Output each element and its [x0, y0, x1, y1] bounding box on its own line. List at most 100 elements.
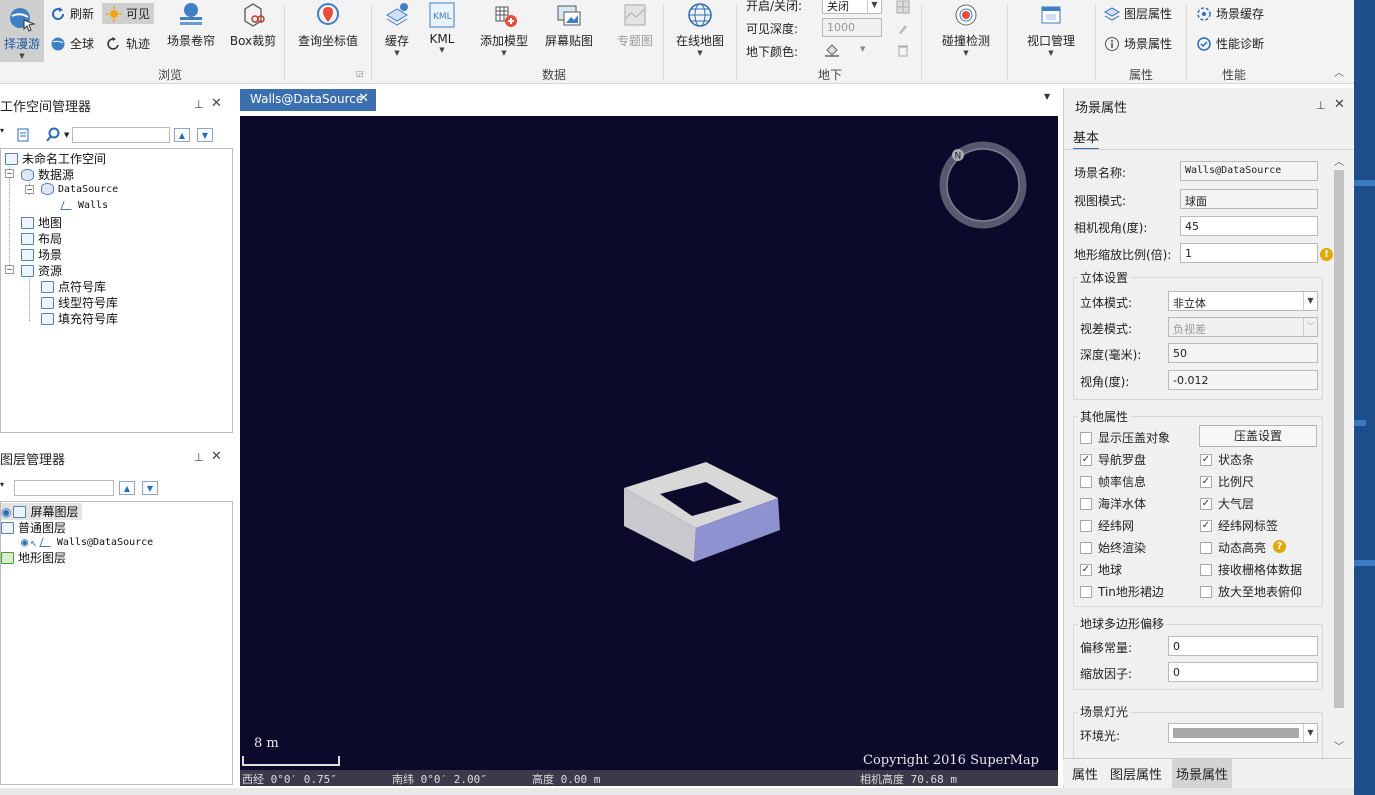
tab-list-dropdown-icon[interactable]: ▼ — [1044, 92, 1050, 101]
collapse-icon[interactable]: − — [5, 169, 14, 178]
dynamic-highlight-checkbox[interactable]: 动态高亮 — [1200, 539, 1266, 556]
scene-roller-button[interactable]: 场景卷帘 — [161, 1, 221, 49]
tree-node-dataset[interactable]: Walls — [61, 199, 108, 211]
collapse-ribbon-icon[interactable]: ︿ — [1334, 64, 1344, 79]
ocean-checkbox[interactable]: 海洋水体 — [1080, 495, 1146, 512]
atmosphere-checkbox[interactable]: ✓ 大气层 — [1200, 495, 1254, 512]
underground-toggle-select[interactable]: 关闭 ▼ — [822, 0, 882, 14]
kml-button[interactable]: KML KML ▼ — [425, 1, 459, 54]
depth-field[interactable]: 50 — [1168, 343, 1318, 363]
receive-grid-checkbox[interactable]: 接收栅格体数据 — [1200, 561, 1302, 578]
layer-search-input[interactable] — [14, 480, 114, 496]
perf-diag-button[interactable]: 性能诊断 — [1196, 35, 1264, 52]
help-icon[interactable]: ? — [1273, 540, 1286, 553]
always-render-checkbox[interactable]: 始终渲染 — [1080, 539, 1146, 556]
tree-node-point-lib[interactable]: 点符号库 — [41, 278, 106, 295]
walls-model[interactable] — [620, 458, 782, 564]
nav-compass-checkbox[interactable]: ✓ 导航罗盘 — [1080, 451, 1146, 468]
tab-layer-properties[interactable]: 图层属性 — [1106, 764, 1166, 783]
track-button[interactable]: 轨迹 — [106, 35, 150, 52]
tab-basic[interactable]: 基本 — [1073, 127, 1100, 150]
close-icon[interactable]: ✕ — [358, 91, 369, 106]
tree-node-normal-layer[interactable]: 普通图层 — [1, 519, 66, 536]
graticule-label-checkbox[interactable]: ✓ 经纬网标签 — [1200, 517, 1278, 534]
chevron-down-icon[interactable]: ▾ — [0, 126, 4, 135]
collapse-icon[interactable]: − — [5, 265, 14, 274]
tree-node-resources[interactable]: 资源 — [21, 262, 62, 279]
properties-scrollbar[interactable]: ︿ ﹀ — [1332, 156, 1346, 756]
tree-node-fill-lib[interactable]: 填充符号库 — [41, 310, 118, 327]
thematic-button[interactable]: 专题图 — [610, 1, 660, 49]
workspace-search-input[interactable] — [72, 127, 170, 143]
tree-node-line-lib[interactable]: 线型符号库 — [41, 294, 118, 311]
scale-bar-checkbox[interactable]: ✓ 比例尺 — [1200, 473, 1254, 490]
layer-props-button[interactable]: 图层属性 — [1103, 5, 1172, 22]
tree-node-datasource[interactable]: DataSource — [41, 183, 118, 195]
tree-node-layout[interactable]: 布局 — [21, 230, 62, 247]
box-clip-button[interactable]: Box裁剪 — [227, 1, 279, 49]
collapse-icon[interactable]: − — [25, 185, 34, 194]
close-icon[interactable]: ✕ — [211, 449, 222, 464]
fps-info-checkbox[interactable]: 帧率信息 — [1080, 473, 1146, 490]
parallax-select[interactable]: 负视差 ﹀ — [1168, 317, 1318, 337]
cache-button[interactable]: 缓存 ▼ — [377, 1, 417, 57]
scene-name-field[interactable]: Walls@DataSource — [1180, 161, 1318, 181]
color-picker-button[interactable]: ▼ — [824, 41, 865, 57]
select-pan-button[interactable]: 择漫游 ▼ — [0, 0, 44, 62]
move-up-button[interactable]: ▲ — [119, 481, 135, 495]
grid-icon[interactable] — [896, 0, 910, 14]
pin-icon[interactable]: ⊥ — [1316, 99, 1326, 112]
move-down-button[interactable]: ▼ — [197, 128, 213, 142]
ambient-color-select[interactable]: ▼ — [1168, 723, 1318, 743]
scene-props-button[interactable]: 场景属性 — [1104, 35, 1172, 52]
angle-field[interactable]: -0.012 — [1168, 370, 1318, 390]
offset-const-field[interactable]: 0 — [1168, 636, 1318, 656]
tree-node-workspace[interactable]: 未命名工作空间 — [5, 150, 106, 167]
close-icon[interactable]: ✕ — [211, 96, 222, 111]
document-tab[interactable]: Walls@DataSource ✕ — [240, 89, 376, 111]
online-map-button[interactable]: 在线地图 ▼ — [670, 1, 730, 57]
tree-node-terrain-layer[interactable]: 地形图层 — [1, 549, 66, 566]
dialog-launcher-icon[interactable]: ◲ — [356, 69, 364, 78]
add-model-button[interactable]: 添加模型 ▼ — [475, 1, 533, 57]
scale-factor-field[interactable]: 0 — [1168, 662, 1318, 682]
tab-scene-properties[interactable]: 场景属性 — [1172, 759, 1233, 789]
tin-skirt-checkbox[interactable]: Tin地形裙边 — [1080, 583, 1164, 600]
overlay-settings-button[interactable]: 压盖设置 — [1199, 425, 1317, 447]
tree-node-scene[interactable]: 场景 — [21, 246, 62, 263]
scroll-up-icon[interactable]: ︿ — [1334, 153, 1344, 168]
pin-icon[interactable]: ⊥ — [194, 98, 204, 111]
visible-button[interactable]: 可见 — [102, 3, 155, 24]
status-bar-checkbox[interactable]: ✓ 状态条 — [1200, 451, 1254, 468]
close-icon[interactable]: ✕ — [1334, 97, 1345, 112]
fov-field[interactable]: 45 — [1180, 216, 1318, 236]
brush-icon[interactable] — [896, 21, 910, 35]
zoom-below-checkbox[interactable]: 放大至地表俯仰 — [1200, 583, 1302, 600]
view-mode-field[interactable]: 球面 — [1180, 189, 1318, 209]
stereo-mode-select[interactable]: 非立体 ▼ — [1168, 291, 1318, 311]
viewport-mgr-button[interactable]: 视口管理 ▼ — [1018, 1, 1084, 57]
search-icon[interactable]: ▼ — [45, 127, 69, 143]
trash-icon[interactable] — [896, 43, 910, 57]
graticule-checkbox[interactable]: 经纬网 — [1080, 517, 1134, 534]
visible-depth-input[interactable]: 1000 — [822, 18, 882, 37]
chevron-down-icon[interactable]: ▾ — [0, 480, 4, 489]
terrain-scale-field[interactable]: 1 — [1180, 243, 1318, 263]
globe-checkbox[interactable]: ✓ 地球 — [1080, 561, 1122, 578]
pin-icon[interactable]: ⊥ — [194, 451, 204, 464]
tree-node-walls-layer[interactable]: ◉ ↖ Walls@DataSource — [21, 535, 153, 549]
scene-viewport[interactable]: N 8 m Copyright 2016 SuperMap 西经 0°0′ 0.… — [240, 116, 1058, 786]
eye-icon[interactable]: ◉ — [21, 535, 28, 549]
scene-cache-button[interactable]: 场景缓存 — [1196, 5, 1264, 22]
compass-icon[interactable]: N — [939, 141, 1027, 229]
tab-properties[interactable]: 属性 — [1068, 764, 1102, 783]
tree-node-screen-layer[interactable]: ◉ 屏幕图层 — [1, 503, 82, 520]
query-coord-button[interactable]: 查询坐标值 — [290, 1, 366, 49]
collision-button[interactable]: 碰撞检测 ▼ — [933, 1, 999, 57]
move-down-button[interactable]: ▼ — [142, 481, 158, 495]
tree-node-datasources[interactable]: 数据源 — [21, 166, 74, 183]
cursor-icon[interactable]: ↖ — [30, 536, 37, 549]
scrollbar-thumb[interactable] — [1334, 170, 1344, 708]
globe-all-button[interactable]: 全球 — [50, 35, 94, 52]
move-up-button[interactable]: ▲ — [174, 128, 190, 142]
